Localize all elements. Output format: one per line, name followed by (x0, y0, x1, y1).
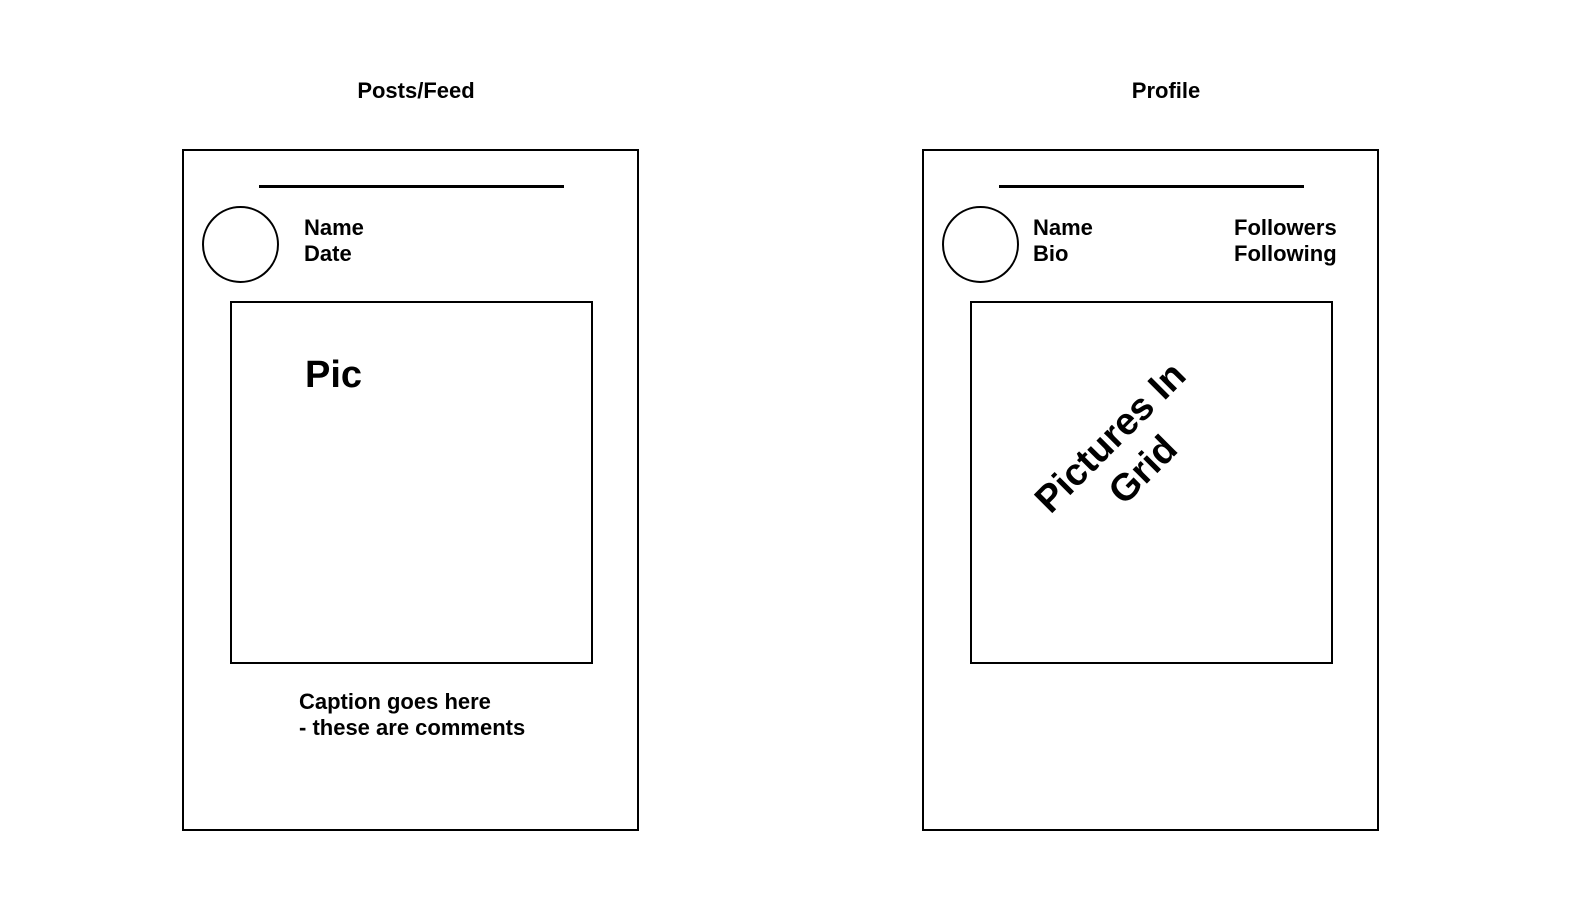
profile-top-bar (999, 185, 1304, 188)
feed-post-date: Date (304, 241, 352, 266)
profile-grid-label: Pictures In Grid (1006, 333, 1248, 575)
feed-top-bar (259, 185, 564, 188)
feed-screen-title: Posts/Feed (357, 78, 475, 103)
feed-pic-label: Pic (305, 354, 363, 396)
profile-following[interactable]: Following (1234, 241, 1337, 267)
feed-post-comments[interactable]: - these are comments (299, 715, 525, 741)
profile-pictures-grid[interactable]: Pictures In Grid (970, 301, 1333, 664)
profile-screen-title: Profile (1131, 78, 1201, 103)
feed-post-caption: Caption goes here (299, 689, 491, 714)
feed-user-name[interactable]: Name (304, 215, 364, 241)
profile-avatar[interactable] (942, 206, 1019, 283)
profile-user-name: Name (1033, 215, 1093, 240)
feed-phone-frame: Name Date Pic Caption goes here - these … (182, 149, 639, 831)
profile-followers[interactable]: Followers (1234, 215, 1337, 241)
feed-post-picture[interactable]: Pic (230, 301, 593, 664)
profile-bio: Bio (1033, 241, 1069, 266)
feed-avatar[interactable] (202, 206, 279, 283)
profile-phone-frame: Name Bio Followers Following Pictures In… (922, 149, 1379, 831)
